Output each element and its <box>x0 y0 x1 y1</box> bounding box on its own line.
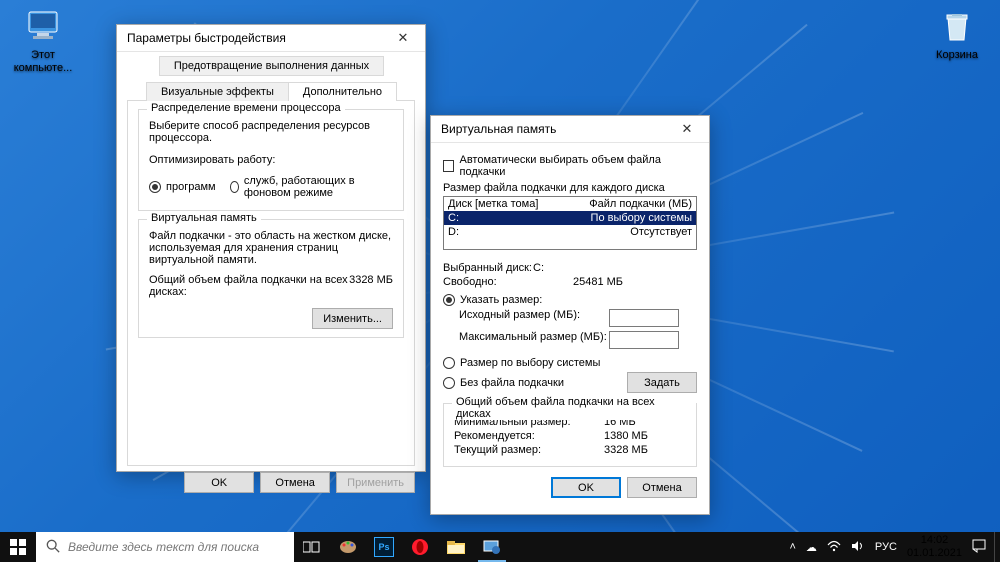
radio-background-services[interactable]: служб, работающих в фоновом режиме <box>230 175 393 199</box>
groupbox-processor-scheduling: Распределение времени процессора Выберит… <box>138 109 404 211</box>
computer-icon <box>23 6 63 46</box>
group-legend: Распределение времени процессора <box>147 102 345 114</box>
disk-list[interactable]: Диск [метка тома]Файл подкачки (МБ) C:По… <box>443 196 697 250</box>
desktop-icon-label: Этот компьюте... <box>6 49 80 75</box>
list-item[interactable]: C:По выбору системы <box>444 211 696 225</box>
recycle-bin-icon <box>937 6 977 46</box>
taskbar-app-photoshop[interactable]: Ps <box>366 532 402 562</box>
cancel-button[interactable]: Отмена <box>627 477 697 498</box>
optimize-label: Оптимизировать работу: <box>149 154 393 166</box>
chevron-up-icon[interactable]: ˄ <box>789 541 795 553</box>
radio-system-managed[interactable]: Размер по выбору системы <box>443 357 697 369</box>
vmem-total-label: Общий объем файла подкачки на всех диска… <box>149 274 349 298</box>
close-button[interactable]: ✕ <box>667 117 707 142</box>
current-size-value: 3328 МБ <box>604 444 648 456</box>
window-performance-options: Параметры быстродействия ✕ Предотвращени… <box>116 24 426 472</box>
taskbar-app-paint[interactable] <box>330 532 366 562</box>
apply-button[interactable]: Применить <box>336 472 415 493</box>
task-view-button[interactable] <box>294 532 330 562</box>
checkbox-auto-manage[interactable]: Автоматически выбирать объем файла подка… <box>443 154 697 178</box>
selected-drive-label: Выбранный диск: <box>443 262 533 274</box>
search-box[interactable] <box>36 532 294 562</box>
initial-size-label: Исходный размер (МБ): <box>459 309 609 327</box>
selected-drive-value: C: <box>533 262 544 274</box>
system-tray: ˄ ☁ РУС 14:02 01.01.2021 <box>781 532 994 562</box>
desktop-icon-label: Корзина <box>920 49 994 62</box>
initial-size-input[interactable] <box>609 309 679 327</box>
free-space-value: 25481 МБ <box>573 276 623 288</box>
tray-notifications-icon[interactable] <box>972 539 986 556</box>
radio-programs[interactable]: программ <box>149 175 216 199</box>
tab-dep[interactable]: Предотвращение выполнения данных <box>159 56 384 76</box>
max-size-input[interactable] <box>609 331 679 349</box>
radio-no-paging-file[interactable]: Без файла подкачки <box>443 377 627 389</box>
group-legend: Виртуальная память <box>147 212 261 224</box>
tray-wifi-icon[interactable] <box>827 540 841 555</box>
ok-button[interactable]: OK <box>184 472 254 493</box>
tray-clock[interactable]: 14:02 01.01.2021 <box>907 534 962 560</box>
vmem-total-value: 3328 МБ <box>349 274 393 298</box>
cancel-button[interactable]: Отмена <box>260 472 330 493</box>
show-desktop-button[interactable] <box>994 532 1000 562</box>
list-item[interactable]: D:Отсутствует <box>444 225 696 239</box>
taskbar-app-explorer[interactable] <box>438 532 474 562</box>
groupbox-virtual-memory: Виртуальная память Файл подкачки - это о… <box>138 219 404 338</box>
search-icon <box>46 539 60 556</box>
ok-button[interactable]: OK <box>551 477 621 498</box>
disklist-heading: Размер файла подкачки для каждого диска <box>443 182 697 194</box>
titlebar[interactable]: Параметры быстродействия ✕ <box>117 25 425 52</box>
desktop-icon-recycle-bin[interactable]: Корзина <box>920 6 994 62</box>
window-title: Параметры быстродействия <box>127 31 383 45</box>
change-button[interactable]: Изменить... <box>312 308 393 329</box>
window-virtual-memory: Виртуальная память ✕ Автоматически выбир… <box>430 115 710 515</box>
tab-visual-effects[interactable]: Визуальные эффекты <box>146 82 289 101</box>
radio-custom-size[interactable]: Указать размер: <box>443 294 697 306</box>
desktop-icon-this-pc[interactable]: Этот компьюте... <box>6 6 80 75</box>
free-space-label: Свободно: <box>443 276 533 288</box>
taskbar-app-opera[interactable] <box>402 532 438 562</box>
search-input[interactable] <box>68 540 284 554</box>
recommended-label: Рекомендуется: <box>454 430 604 442</box>
close-button[interactable]: ✕ <box>383 26 423 51</box>
window-title: Виртуальная память <box>441 122 667 136</box>
taskbar-app-system-properties[interactable] <box>474 532 510 562</box>
groupbox-total-paging: Общий объем файла подкачки на всех диска… <box>443 403 697 467</box>
taskbar: Ps ˄ ☁ РУС 14:02 01.01.2021 <box>0 532 1000 562</box>
start-button[interactable] <box>0 532 36 562</box>
group-legend: Общий объем файла подкачки на всех диска… <box>452 396 696 420</box>
vmem-description: Файл подкачки - это область на жестком д… <box>149 230 393 266</box>
sched-description: Выберите способ распределения ресурсов п… <box>149 120 393 144</box>
max-size-label: Максимальный размер (МБ): <box>459 331 609 349</box>
tray-language[interactable]: РУС <box>875 541 897 553</box>
current-size-label: Текущий размер: <box>454 444 604 456</box>
titlebar[interactable]: Виртуальная память ✕ <box>431 116 709 143</box>
tab-advanced[interactable]: Дополнительно <box>288 82 397 101</box>
set-button[interactable]: Задать <box>627 372 697 393</box>
tray-volume-icon[interactable] <box>851 540 865 555</box>
tray-cloud-icon[interactable]: ☁ <box>806 541 817 554</box>
recommended-value: 1380 МБ <box>604 430 648 442</box>
